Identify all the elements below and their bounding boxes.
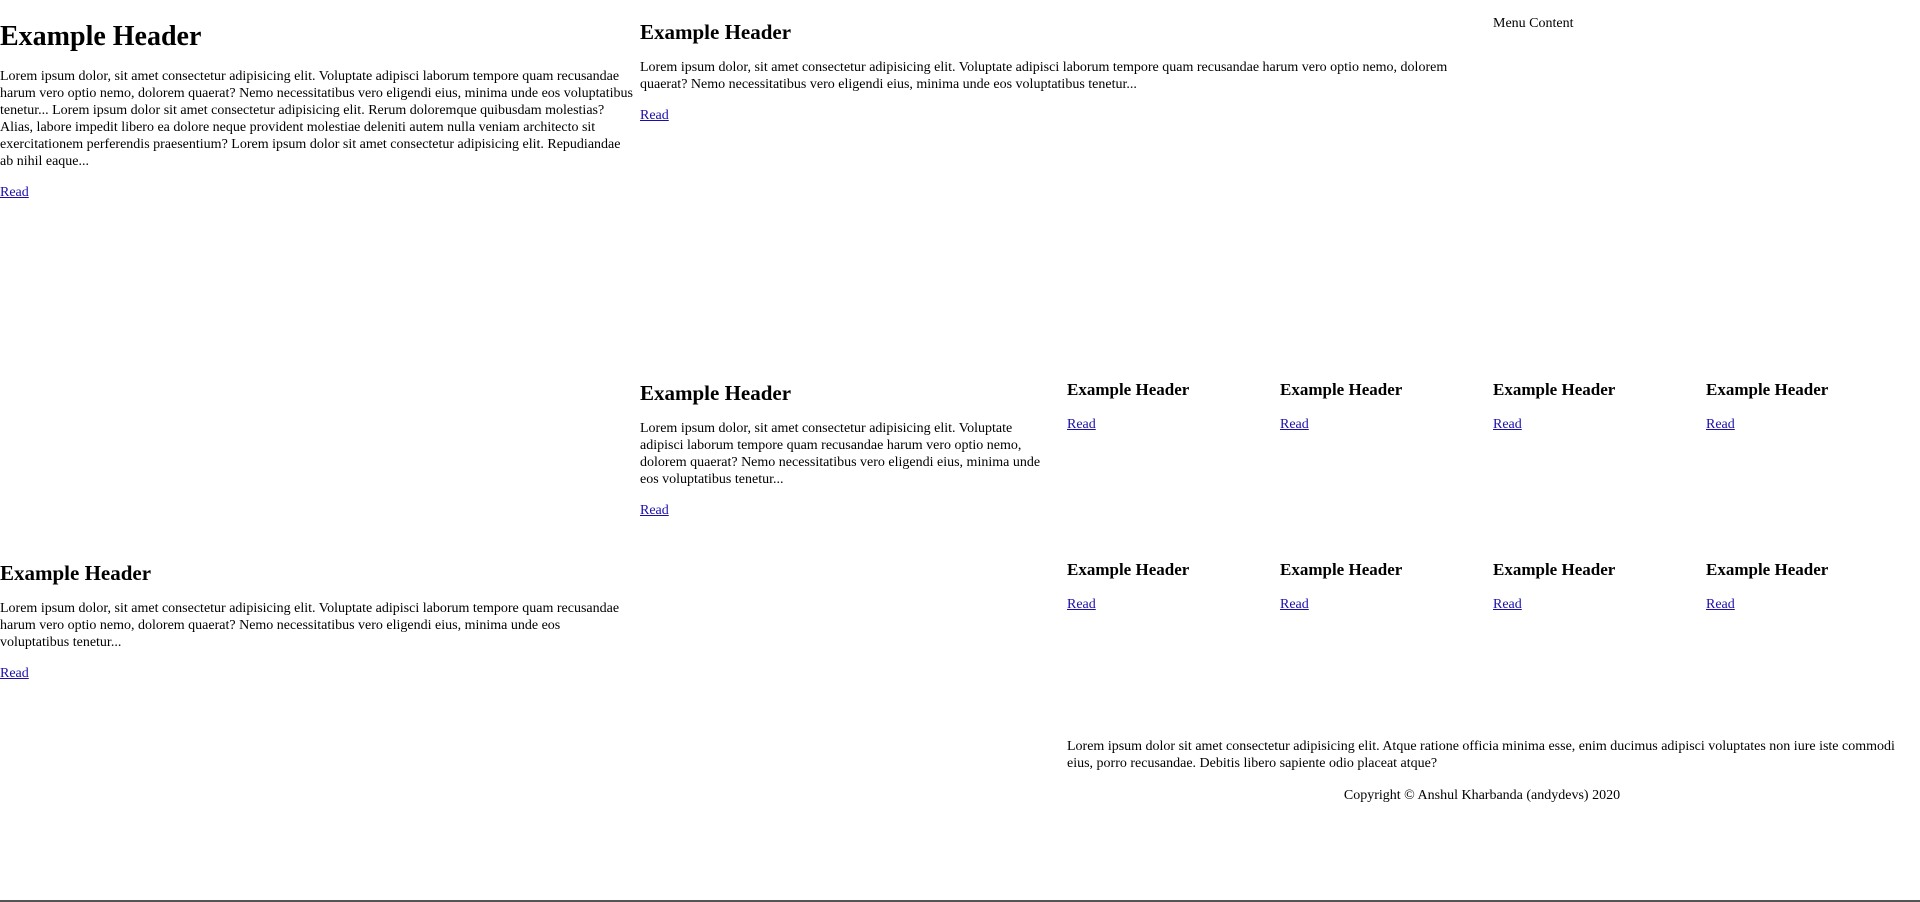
footer-copyright: Copyright © Anshul Kharbanda (andydevs) … [1343, 788, 1621, 803]
card: Example Header Read [1706, 380, 1906, 433]
card-title: Example Header [1706, 380, 1829, 399]
card-read-link[interactable]: Read [1706, 596, 1735, 613]
card-title: Example Header [1493, 560, 1616, 579]
card-read-link[interactable]: Read [1493, 416, 1522, 433]
featured-read-link[interactable]: Read [0, 184, 29, 201]
article-mid-title: Example Header [640, 381, 792, 405]
featured-article-title: Example Header [0, 21, 202, 52]
article-bottom-title: Example Header [0, 561, 152, 585]
card-title: Example Header [1706, 560, 1829, 579]
card-title: Example Header [1067, 560, 1190, 579]
card-title: Example Header [1067, 380, 1190, 399]
article-bottom: Example Header Lorem ipsum dolor, sit am… [0, 561, 625, 682]
card-read-link[interactable]: Read [1493, 596, 1522, 613]
article-mid-body: Lorem ipsum dolor, sit amet consectetur … [640, 421, 1041, 487]
article-bottom-read-link[interactable]: Read [0, 665, 29, 682]
article-mid-read-link[interactable]: Read [640, 502, 669, 519]
footer: Lorem ipsum dolor sit amet consectetur a… [1067, 738, 1897, 804]
card-read-link[interactable]: Read [1280, 416, 1309, 433]
card-title: Example Header [1280, 560, 1403, 579]
article-top: Example Header Lorem ipsum dolor, sit am… [640, 20, 1490, 124]
card: Example Header Read [1067, 380, 1267, 433]
card: Example Header Read [1280, 380, 1480, 433]
featured-article: Example Header Lorem ipsum dolor, sit am… [0, 20, 636, 201]
article-bottom-body: Lorem ipsum dolor, sit amet consectetur … [0, 601, 620, 650]
article-top-body: Lorem ipsum dolor, sit amet consectetur … [640, 60, 1448, 92]
article-top-title: Example Header [640, 20, 792, 44]
article-mid: Example Header Lorem ipsum dolor, sit am… [640, 381, 1055, 519]
card: Example Header Read [1493, 380, 1693, 433]
card: Example Header Read [1067, 560, 1267, 613]
card-read-link[interactable]: Read [1706, 416, 1735, 433]
menu-content[interactable]: Menu Content [1493, 15, 1574, 32]
card-read-link[interactable]: Read [1067, 416, 1096, 433]
card-title: Example Header [1493, 380, 1616, 399]
featured-article-body: Lorem ipsum dolor, sit amet consectetur … [0, 69, 633, 169]
card: Example Header Read [1493, 560, 1693, 613]
footer-text: Lorem ipsum dolor sit amet consectetur a… [1067, 739, 1895, 771]
card-read-link[interactable]: Read [1280, 596, 1309, 613]
card: Example Header Read [1280, 560, 1480, 613]
card-read-link[interactable]: Read [1067, 596, 1096, 613]
card-title: Example Header [1280, 380, 1403, 399]
card: Example Header Read [1706, 560, 1906, 613]
article-top-read-link[interactable]: Read [640, 107, 669, 124]
